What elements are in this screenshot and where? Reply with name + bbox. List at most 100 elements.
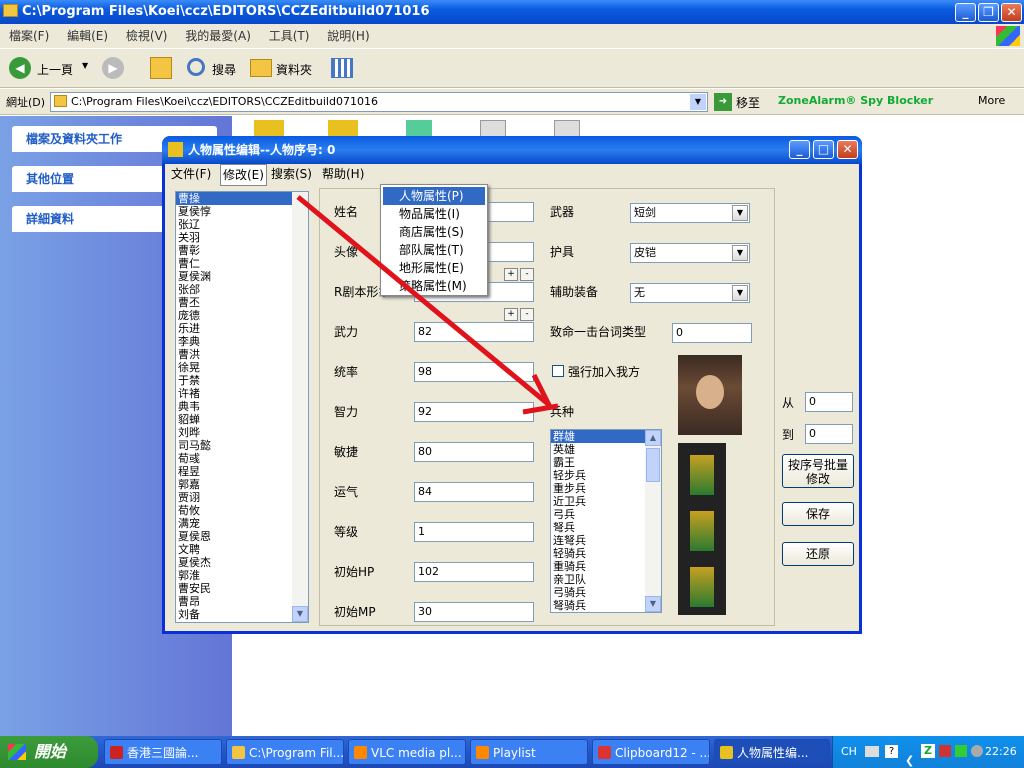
portrait-minus-button[interactable]: - — [520, 268, 534, 281]
character-list-item[interactable]: 关羽 — [176, 231, 308, 244]
character-list-item[interactable]: 刘备 — [176, 608, 308, 621]
menu-favorites[interactable]: 我的最愛(A) — [185, 29, 251, 43]
rscript-plus-button[interactable]: + — [504, 308, 518, 321]
dropdown-arrow-icon[interactable]: ▼ — [732, 285, 748, 301]
character-list-item[interactable]: 郭嘉 — [176, 478, 308, 491]
character-list-item[interactable]: 貂蝉 — [176, 413, 308, 426]
dialog-menu-file[interactable]: 文件(F) — [171, 164, 211, 184]
more-button[interactable]: More — [978, 94, 1005, 107]
menu-edit[interactable]: 編輯(E) — [67, 29, 108, 43]
menu-view[interactable]: 檢視(V) — [126, 29, 168, 43]
zonealarm-icon[interactable]: Z — [921, 744, 935, 758]
character-list-item[interactable]: 夏侯恩 — [176, 530, 308, 543]
dialog-menu-modify[interactable]: 修改(E) — [220, 164, 267, 186]
scroll-thumb[interactable] — [646, 448, 660, 482]
dropdown-arrow-icon[interactable]: ▼ — [732, 205, 748, 221]
field-input[interactable]: 92 — [414, 402, 534, 422]
back-arrow-icon[interactable]: ◀ — [9, 57, 31, 79]
address-dropdown-icon[interactable]: ▼ — [690, 94, 706, 110]
portrait-plus-button[interactable]: + — [504, 268, 518, 281]
restore-button[interactable]: 还原 — [782, 542, 854, 566]
folders-icon[interactable] — [250, 59, 272, 77]
character-list-item[interactable]: 司马懿 — [176, 439, 308, 452]
character-list-item[interactable]: 曹操 — [176, 192, 308, 205]
character-list-item[interactable]: 满宠 — [176, 517, 308, 530]
character-list-item[interactable]: 于禁 — [176, 374, 308, 387]
character-list-item[interactable]: 徐晃 — [176, 361, 308, 374]
modify-menu-item[interactable]: 策略属性(M) — [383, 277, 485, 295]
character-list-item[interactable]: 文聘 — [176, 543, 308, 556]
character-list-item[interactable]: 程昱 — [176, 465, 308, 478]
chevron-icon[interactable]: ❮ — [905, 745, 914, 768]
taskbar-item-5[interactable]: 人物属性编... — [714, 739, 830, 765]
back-button-label[interactable]: 上一頁 — [37, 61, 73, 78]
minimize-button[interactable]: _ — [955, 3, 976, 22]
scroll-down-icon[interactable]: ▼ — [645, 596, 661, 612]
character-list-item[interactable]: 曹彰 — [176, 244, 308, 257]
dropdown-arrow-icon[interactable]: ▼ — [732, 245, 748, 261]
character-list-item[interactable]: 曹安民 — [176, 582, 308, 595]
to-input[interactable]: 0 — [805, 424, 853, 444]
taskbar-item-1[interactable]: C:\Program Fil... — [226, 739, 344, 765]
tray-icon[interactable] — [939, 745, 951, 757]
batch-modify-button[interactable]: 按序号批量修改 — [782, 454, 854, 488]
dialog-menu-search[interactable]: 搜索(S) — [271, 164, 312, 184]
from-input[interactable]: 0 — [805, 392, 853, 412]
field-input[interactable]: 82 — [414, 322, 534, 342]
menu-help[interactable]: 說明(H) — [327, 29, 369, 43]
character-list-item[interactable]: 张辽 — [176, 218, 308, 231]
clock[interactable]: 22:26 — [985, 736, 1017, 768]
auxiliary-select[interactable]: 无 ▼ — [630, 283, 750, 303]
go-arrow-icon[interactable]: ➜ — [714, 93, 732, 111]
character-list-scrollbar[interactable]: ▼ — [292, 192, 308, 622]
up-folder-icon[interactable] — [150, 57, 172, 79]
forward-arrow-icon[interactable]: ▶ — [102, 57, 124, 79]
modify-menu-item[interactable]: 部队属性(T) — [383, 241, 485, 259]
folders-button-label[interactable]: 資料夾 — [276, 61, 312, 78]
character-list-item[interactable]: 贾诩 — [176, 491, 308, 504]
modify-menu-item[interactable]: 物品属性(I) — [383, 205, 485, 223]
dialog-menu-help[interactable]: 帮助(H) — [322, 164, 364, 184]
modify-menu-item[interactable]: 商店属性(S) — [383, 223, 485, 241]
character-list-item[interactable]: 张郃 — [176, 283, 308, 296]
modify-menu-item[interactable]: 人物属性(P) — [383, 187, 485, 205]
character-list[interactable]: 曹操 夏侯惇 张辽 关羽 曹彰 曹仁 夏侯渊 张郃 曹丕 庞德 乐进 李典 曹洪 徐晃 于禁 许褚 典韦 貂蝉 刘晔… — [175, 191, 309, 623]
character-list-item[interactable]: 刘晔 — [176, 426, 308, 439]
character-list-item[interactable]: 夏侯渊 — [176, 270, 308, 283]
weapon-select[interactable]: 短剑 ▼ — [630, 203, 750, 223]
character-list-item[interactable]: 曹丕 — [176, 296, 308, 309]
field-input[interactable]: 102 — [414, 562, 534, 582]
field-input[interactable]: 84 — [414, 482, 534, 502]
search-icon[interactable] — [187, 58, 205, 76]
field-input[interactable]: 1 — [414, 522, 534, 542]
character-list-item[interactable]: 荀攸 — [176, 504, 308, 517]
taskbar-item-2[interactable]: VLC media pl... — [348, 739, 466, 765]
back-dropdown-icon[interactable]: ▼ — [82, 61, 88, 70]
character-list-item[interactable]: 曹洪 — [176, 348, 308, 361]
character-list-item[interactable]: 曹昂 — [176, 595, 308, 608]
address-input[interactable]: C:\Program Files\Koei\ccz\EDITORS\CCZEdi… — [50, 92, 708, 112]
start-button[interactable]: 開始 — [0, 736, 98, 768]
dialog-close-button[interactable]: ✕ — [837, 140, 858, 159]
menu-tools[interactable]: 工具(T) — [269, 29, 310, 43]
scroll-up-icon[interactable]: ▲ — [645, 430, 661, 446]
character-list-item[interactable]: 郭淮 — [176, 569, 308, 582]
close-button[interactable]: ✕ — [1001, 3, 1022, 22]
character-list-item[interactable]: 典韦 — [176, 400, 308, 413]
help-icon[interactable]: ? — [885, 745, 898, 758]
character-list-item[interactable]: 庞德 — [176, 309, 308, 322]
character-list-item[interactable]: 夏侯惇 — [176, 205, 308, 218]
taskbar-item-0[interactable]: 香港三國論... — [104, 739, 222, 765]
tray-icon[interactable] — [955, 745, 967, 757]
scroll-down-icon[interactable]: ▼ — [292, 606, 308, 622]
search-button-label[interactable]: 搜尋 — [212, 61, 236, 78]
dialog-maximize-button[interactable]: □ — [813, 140, 834, 159]
character-list-item[interactable]: 李典 — [176, 335, 308, 348]
character-list-item[interactable]: 夏侯杰 — [176, 556, 308, 569]
character-list-item[interactable]: 荀彧 — [176, 452, 308, 465]
save-button[interactable]: 保存 — [782, 502, 854, 526]
views-icon[interactable] — [331, 58, 353, 78]
restore-button[interactable]: ❐ — [978, 3, 999, 22]
character-list-item[interactable]: 乐进 — [176, 322, 308, 335]
armor-select[interactable]: 皮铠 ▼ — [630, 243, 750, 263]
